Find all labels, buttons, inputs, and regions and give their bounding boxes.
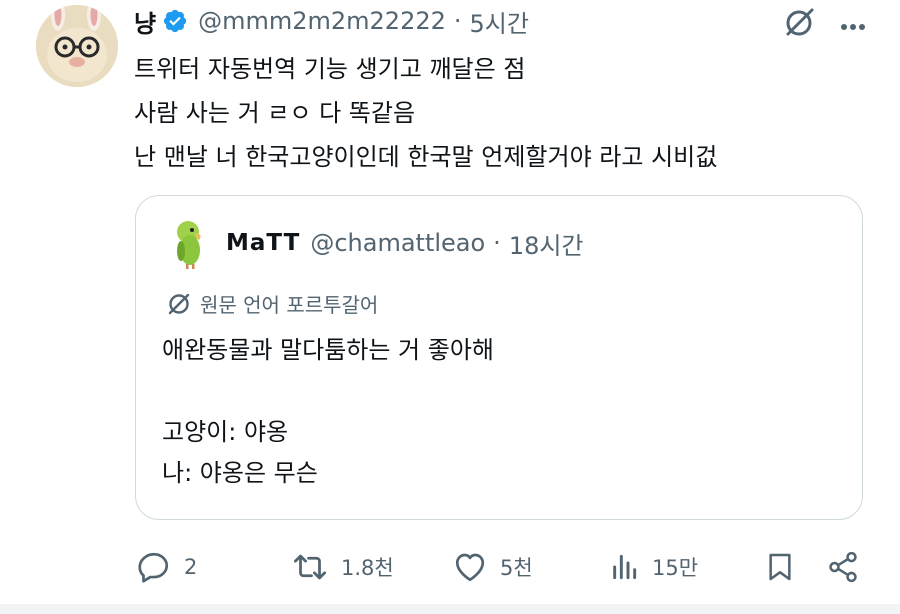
share-button[interactable] <box>826 547 860 587</box>
separator-dot: · <box>453 7 462 35</box>
bookmark-button[interactable] <box>764 547 796 587</box>
action-bar: 2 1.8천 5천 15만 <box>136 547 866 587</box>
tweet-text-line: 사람 사는 거 ㄹㅇ 다 똑같음 <box>134 99 416 127</box>
quote-avatar-parrot[interactable] <box>168 216 214 270</box>
quote-text-line: 나: 야옹은 무슨 <box>162 459 318 487</box>
like-button[interactable]: 5천 <box>452 547 533 587</box>
retweet-count: 1.8천 <box>341 556 394 580</box>
quote-author-handle[interactable]: @chamattleao <box>310 229 485 257</box>
translation-note[interactable]: 원문 언어 포르투갈어 <box>166 289 378 318</box>
share-icon <box>829 551 857 583</box>
quote-tweet[interactable]: MaTT @chamattleao · 18시간 원문 언어 포르투갈어 애완동… <box>135 195 863 520</box>
separator-dot: · <box>493 229 501 257</box>
reply-button[interactable]: 2 <box>136 547 197 587</box>
grok-icon[interactable] <box>782 6 816 44</box>
like-count: 5천 <box>500 556 533 580</box>
views-chart-icon <box>613 554 637 580</box>
grok-translate-icon <box>168 293 190 314</box>
tweet-time[interactable]: 5시간 <box>470 4 529 39</box>
quote-author-name[interactable]: MaTT <box>226 230 300 256</box>
retweet-icon <box>293 554 327 580</box>
quote-text: 애완동물과 말다툼하는 거 좋아해 고양이: 야옹 나: 야옹은 무슨 <box>162 330 494 494</box>
tweet-text-line: 트위터 자동번역 기능 생기고 깨달은 점 <box>134 55 526 83</box>
author-handle[interactable]: @mmm2m2m22222 <box>198 7 446 35</box>
tweet-text-line: 난 맨날 너 한국고양이인데 한국말 언제할거야 라고 시비겂 <box>134 143 718 171</box>
quote-text-line <box>162 371 494 412</box>
tweet-text: 트위터 자동번역 기능 생기고 깨달은 점 사람 사는 거 ㄹㅇ 다 똑같음 난… <box>134 47 717 179</box>
tweet-header: 냥 @mmm2m2m22222 · 5시간 <box>134 2 529 40</box>
author-name[interactable]: 냥 <box>134 4 156 39</box>
translation-label: 원문 언어 포르투갈어 <box>200 293 379 317</box>
more-options-icon[interactable] <box>840 16 866 35</box>
reply-icon <box>138 552 169 583</box>
avatar-bunny-image <box>36 5 118 87</box>
quote-text-line: 애완동물과 말다툼하는 거 좋아해 <box>162 336 495 364</box>
header-actions <box>782 6 866 44</box>
views-count: 15만 <box>652 556 699 580</box>
views-button[interactable]: 15만 <box>608 547 698 587</box>
quote-time[interactable]: 18시간 <box>509 226 584 261</box>
retweet-button[interactable]: 1.8천 <box>291 547 394 587</box>
reply-count: 2 <box>184 555 198 579</box>
quote-header: MaTT @chamattleao · 18시간 <box>168 216 584 270</box>
bookmark-icon <box>769 553 791 581</box>
verified-badge-icon <box>162 8 188 34</box>
heart-icon <box>455 553 485 582</box>
divider <box>0 604 900 614</box>
author-avatar[interactable] <box>36 5 118 87</box>
quote-text-line: 고양이: 야옹 <box>162 418 289 446</box>
